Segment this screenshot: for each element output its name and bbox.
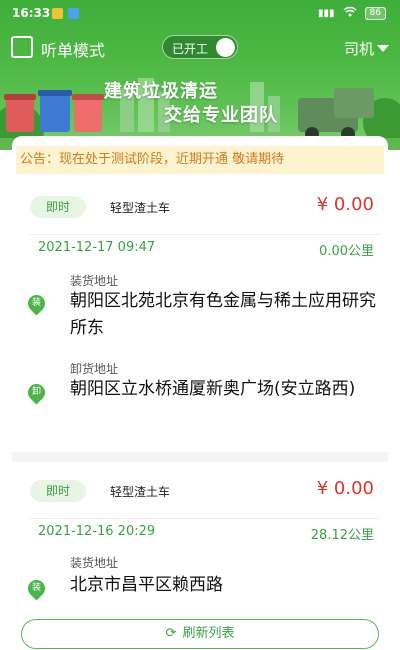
- order-timing-badge: 即时: [30, 480, 86, 502]
- banner-subtitle: 交给专业团队: [164, 105, 278, 126]
- notification-icon: [52, 8, 63, 19]
- order-price: ¥ 0.00: [316, 194, 374, 215]
- load-address: 朝阳区北苑北京有色金属与稀土应用研究所东: [70, 291, 376, 338]
- refresh-list-button[interactable]: ⟳ 刷新列表: [21, 619, 379, 649]
- chevron-down-icon[interactable]: [377, 45, 389, 52]
- wifi-icon: [343, 6, 357, 20]
- order-list-panel: 公告：现在处于测试阶段，近期开通 敬请期待 即时 轻型渣土车 ¥ 0.00 20…: [12, 136, 388, 650]
- notification-check-icon: [68, 8, 79, 19]
- signal-icon: ▮▮▮: [318, 7, 335, 19]
- header-banner: 16:33 ▮▮▮ 86 听单模式 已开工 司机 建筑垃圾清运 交给专业团队: [0, 0, 400, 150]
- divider: [30, 234, 380, 235]
- toggle-label: 已开工: [172, 42, 209, 56]
- divider: [30, 518, 380, 519]
- listen-mode-label: 听单模式: [41, 41, 106, 60]
- status-bar: 16:33 ▮▮▮ 86: [0, 0, 400, 28]
- role-selector[interactable]: 司机: [344, 38, 374, 59]
- unload-address: 朝阳区立水桥通厦新奥广场(安立路西): [70, 379, 356, 399]
- refresh-icon: ⟳: [165, 626, 177, 641]
- unload-pin-icon: 卸: [24, 380, 49, 405]
- banner-title: 建筑垃圾清运: [104, 81, 218, 102]
- order-datetime: 2021-12-17 09:47: [38, 240, 156, 255]
- toggle-knob: [216, 38, 235, 57]
- load-address-label: 装货地址: [70, 556, 119, 570]
- battery-icon: 86: [364, 6, 386, 20]
- work-status-toggle[interactable]: 已开工: [162, 35, 238, 59]
- load-address: 北京市昌平区赖西路: [70, 575, 223, 595]
- order-distance: 28.12公里: [310, 528, 374, 543]
- unload-address-label: 卸货地址: [70, 362, 119, 376]
- vehicle-type: 轻型渣土车: [110, 485, 171, 499]
- order-distance: 0.00公里: [319, 244, 374, 259]
- vehicle-type: 轻型渣土车: [110, 201, 171, 215]
- status-time: 16:33: [12, 6, 51, 20]
- order-price: ¥ 0.00: [316, 478, 374, 499]
- load-address-label: 装货地址: [70, 274, 119, 288]
- load-pin-icon: 装: [24, 291, 49, 316]
- order-card[interactable]: 即时 轻型渣土车 ¥ 0.00 2021-12-17 09:47 0.00公里 …: [12, 174, 388, 452]
- announcement-bar: 公告：现在处于测试阶段，近期开通 敬请期待: [16, 146, 384, 174]
- load-pin-icon: 装: [24, 576, 49, 601]
- order-timing-badge: 即时: [30, 196, 86, 218]
- order-datetime: 2021-12-16 20:29: [38, 524, 156, 539]
- top-bar: 听单模式 已开工 司机: [0, 34, 400, 60]
- card-separator: [12, 452, 388, 462]
- refresh-label: 刷新列表: [182, 626, 235, 641]
- listen-mode-checkbox[interactable]: [11, 36, 33, 58]
